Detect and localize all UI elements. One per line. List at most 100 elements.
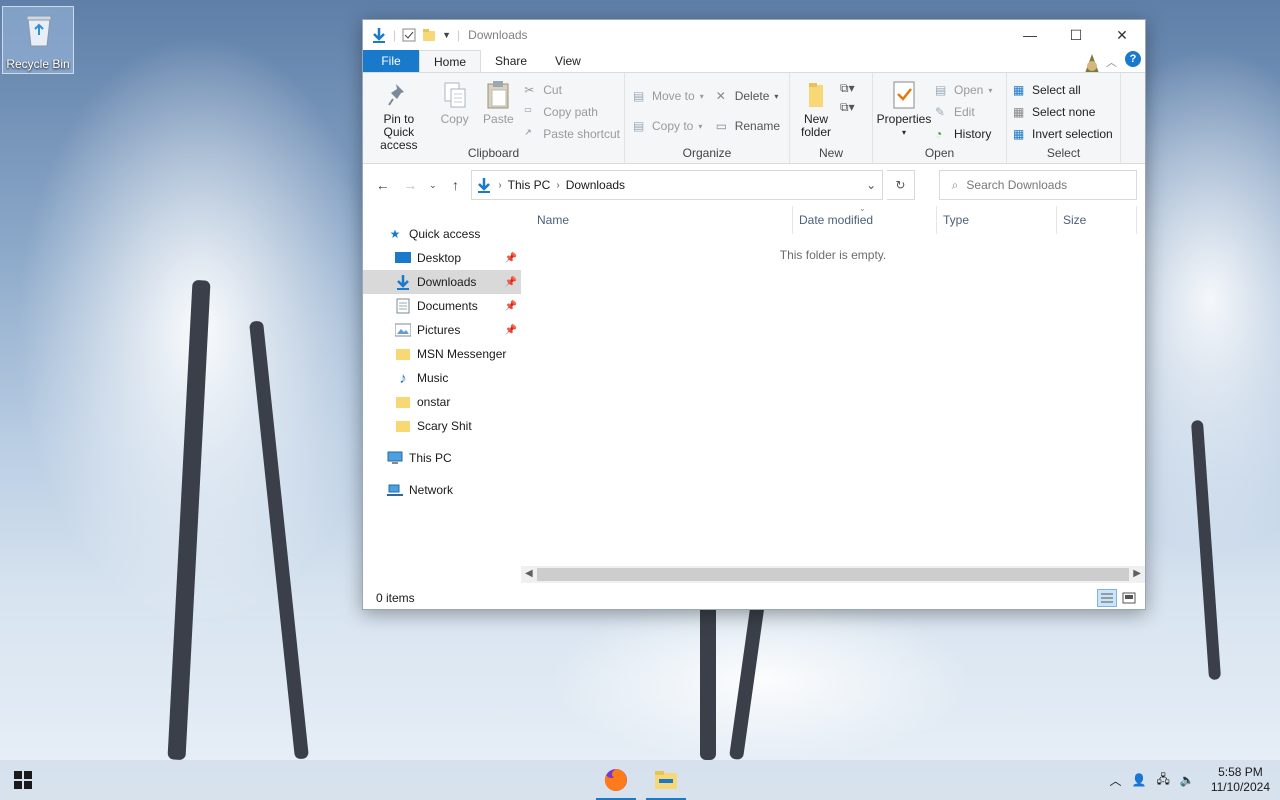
pin-icon: 📌 <box>504 300 517 312</box>
address-dropdown-icon[interactable]: ⌄ <box>866 178 876 192</box>
rename-icon: ▭ <box>715 119 728 133</box>
nav-item-documents[interactable]: Documents 📌 <box>363 294 521 318</box>
paste-shortcut-button[interactable]: ↗ Paste shortcut <box>524 123 620 145</box>
search-icon: ⌕ <box>951 177 959 192</box>
new-item-icon[interactable]: ⧉▾ <box>840 81 855 96</box>
title-bar[interactable]: | ▼ | Downloads — ☐ ✕ <box>363 20 1145 50</box>
select-none-icon: ▦ <box>1013 105 1025 119</box>
taskbar-file-explorer[interactable] <box>646 762 686 800</box>
minimize-button[interactable]: — <box>1007 20 1053 50</box>
recycle-bin-label: Recycle Bin <box>6 57 70 71</box>
open-button[interactable]: ▤ Open ▾ <box>935 79 992 101</box>
tab-home[interactable]: Home <box>419 50 482 72</box>
search-box[interactable]: ⌕ Search Downloads <box>938 170 1137 200</box>
column-name[interactable]: Name <box>531 206 793 234</box>
group-open: Properties ▾ ▤ Open ▾ ✎ Edit ◔ History Open <box>873 73 1007 163</box>
pictures-icon <box>395 322 411 338</box>
open-icon: ▤ <box>935 83 947 97</box>
network-status-icon[interactable]: 🖧 <box>1156 770 1169 791</box>
sort-indicator-icon: ⌄ <box>859 204 866 213</box>
breadcrumb-downloads[interactable]: Downloads <box>566 178 625 192</box>
breadcrumb-this-pc[interactable]: This PC <box>508 178 551 192</box>
copy-path-button[interactable]: ▭ Copy path <box>524 101 620 123</box>
nav-item-pictures[interactable]: Pictures 📌 <box>363 318 521 342</box>
copy-to-button[interactable]: ▤ Copy to ▾ <box>633 115 704 137</box>
large-icons-view-icon[interactable] <box>1119 589 1139 607</box>
column-size[interactable]: Size <box>1057 206 1137 234</box>
history-button[interactable]: ◔ History <box>935 123 992 145</box>
scroll-right-icon[interactable]: ▶ <box>1133 568 1141 579</box>
nav-item-music[interactable]: ♪ Music <box>363 366 521 390</box>
qa-separator: | <box>457 28 461 42</box>
nav-item-onstar[interactable]: onstar <box>363 390 521 414</box>
volume-icon[interactable]: 🔈 <box>1180 773 1195 787</box>
show-hidden-icons-icon[interactable]: ︿ <box>1110 772 1122 789</box>
nav-network[interactable]: Network <box>363 478 521 502</box>
tab-share[interactable]: Share <box>481 50 541 72</box>
properties-button[interactable]: Properties ▾ <box>877 79 931 145</box>
address-bar[interactable]: › This PC › Downloads ⌄ <box>471 170 884 200</box>
copy-icon <box>440 79 470 111</box>
invert-selection-button[interactable]: ▦ Invert selection <box>1013 123 1116 145</box>
new-folder-button[interactable]: New folder <box>794 79 838 139</box>
breadcrumb-chevron-icon[interactable]: › <box>556 180 559 191</box>
rename-button[interactable]: ▭ Rename <box>716 115 780 137</box>
column-type[interactable]: Type <box>937 206 1057 234</box>
easy-access-icon[interactable]: ⧉▾ <box>840 100 855 115</box>
cut-button[interactable]: ✂ Cut <box>524 79 620 101</box>
horizontal-scrollbar[interactable]: ◀ ▶ <box>521 566 1145 583</box>
forward-arrow-icon[interactable]: → <box>399 173 423 197</box>
recent-locations-icon[interactable]: ⌄ <box>426 173 440 197</box>
pin-icon: 📌 <box>504 276 517 288</box>
maximize-button[interactable]: ☐ <box>1053 20 1099 50</box>
group-open-label: Open <box>924 146 955 160</box>
pin-to-quick-access-button[interactable]: Pin to Quick access <box>367 79 431 152</box>
nav-item-msn-messenger[interactable]: MSN Messenger <box>363 342 521 366</box>
delete-button[interactable]: ✕ Delete ▾ <box>716 85 780 107</box>
properties-check-icon[interactable] <box>402 28 416 42</box>
refresh-icon[interactable]: ↻ <box>887 170 915 200</box>
qa-customize-icon[interactable]: ▼ <box>442 30 451 40</box>
paste-button[interactable]: Paste <box>478 79 518 152</box>
move-to-button[interactable]: ▤ Move to ▾ <box>633 85 704 107</box>
music-icon: ♪ <box>399 369 407 387</box>
user-status-icon[interactable]: 👤 <box>1132 773 1147 787</box>
desktop-icon <box>395 250 411 266</box>
help-icon[interactable]: ? <box>1125 51 1141 67</box>
ribbon-tabs: File Home Share View ︿ ? <box>363 50 1145 84</box>
nav-item-scary-shit[interactable]: Scary Shit <box>363 414 521 438</box>
select-all-button[interactable]: ▦ Select all <box>1013 79 1116 101</box>
scissors-icon: ✂ <box>524 83 535 97</box>
up-arrow-icon[interactable]: ↑ <box>444 173 468 197</box>
nav-this-pc[interactable]: This PC <box>363 446 521 470</box>
scroll-left-icon[interactable]: ◀ <box>525 568 533 579</box>
close-button[interactable]: ✕ <box>1099 20 1145 50</box>
group-new: New folder ⧉▾ ⧉▾ New <box>790 73 873 163</box>
pin-icon <box>384 79 414 111</box>
nav-item-desktop[interactable]: Desktop 📌 <box>363 246 521 270</box>
breadcrumb-chevron-icon[interactable]: › <box>498 180 501 191</box>
scrollbar-thumb[interactable] <box>537 568 1129 581</box>
copy-button[interactable]: Copy <box>435 79 475 152</box>
clock[interactable]: 5:58 PM 11/10/2024 <box>1211 765 1270 795</box>
search-input[interactable]: Search Downloads <box>966 178 1067 192</box>
pin-icon: 📌 <box>504 324 517 336</box>
file-explorer-window: | ▼ | Downloads — ☐ ✕ File Home Share Vi… <box>362 19 1146 610</box>
group-clipboard: Pin to Quick access Copy Paste ✂ Cut ▭ Cop… <box>363 73 625 163</box>
select-none-button[interactable]: ▦ Select none <box>1013 101 1116 123</box>
collapse-ribbon-icon[interactable]: ︿ <box>1106 54 1117 70</box>
taskbar-firefox[interactable] <box>596 762 636 800</box>
recycle-bin-shortcut[interactable]: Recycle Bin <box>2 6 74 74</box>
tab-file[interactable]: File <box>363 50 419 72</box>
nav-item-downloads[interactable]: Downloads 📌 <box>363 270 521 294</box>
edit-button[interactable]: ✎ Edit <box>935 101 992 123</box>
delete-x-icon: ✕ <box>715 89 726 103</box>
details-view-icon[interactable] <box>1097 589 1117 607</box>
pin-icon: 📌 <box>504 252 517 264</box>
new-folder-icon[interactable] <box>422 28 436 42</box>
invert-selection-icon: ▦ <box>1013 127 1025 141</box>
nav-quick-access[interactable]: ★ Quick access <box>363 222 521 246</box>
tab-view[interactable]: View <box>541 50 595 72</box>
windows-start-icon[interactable] <box>14 771 32 789</box>
back-arrow-icon[interactable]: ← <box>371 173 395 197</box>
